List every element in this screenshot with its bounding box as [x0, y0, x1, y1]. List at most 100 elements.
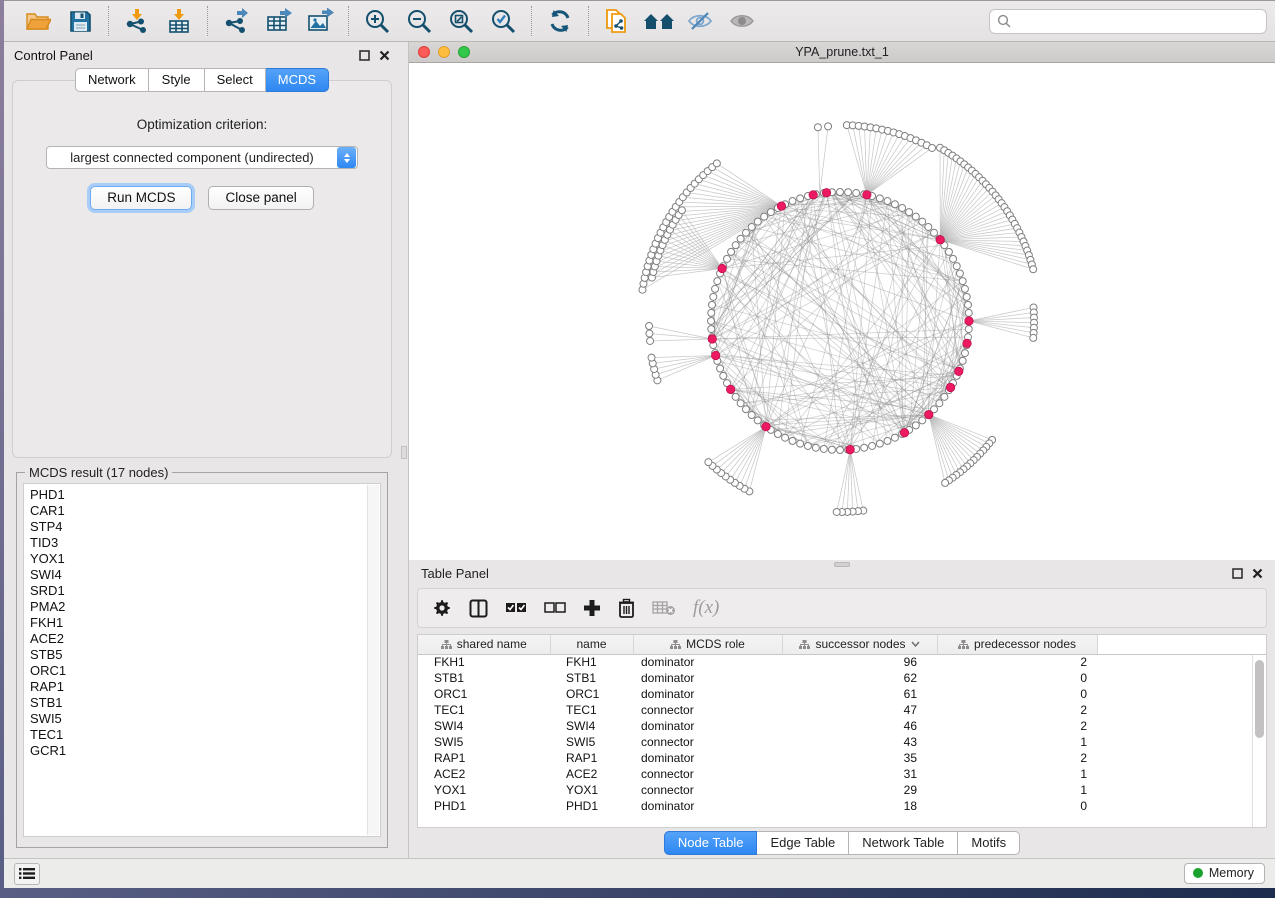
table-cell[interactable]: 62: [782, 670, 937, 686]
table-cell[interactable]: STB1: [418, 670, 550, 686]
table-cell[interactable]: 47: [782, 702, 937, 718]
clone-network-button[interactable]: [599, 5, 635, 37]
panel-divider[interactable]: [400, 42, 408, 858]
table-cell[interactable]: dominator: [633, 798, 782, 814]
search-field[interactable]: [989, 9, 1267, 34]
table-cell[interactable]: PHD1: [418, 798, 550, 814]
table-cell[interactable]: dominator: [633, 750, 782, 766]
mcds-result-item[interactable]: GCR1: [30, 743, 380, 759]
table-cell[interactable]: dominator: [633, 686, 782, 702]
table-cell[interactable]: ACE2: [550, 766, 633, 782]
table-cell[interactable]: STB1: [550, 670, 633, 686]
table-scrollbar-thumb[interactable]: [1255, 660, 1264, 738]
zoom-selected-button[interactable]: [485, 5, 521, 37]
tab-mcds[interactable]: MCDS: [266, 68, 329, 92]
mcds-result-item[interactable]: TEC1: [30, 727, 380, 743]
mcds-result-item[interactable]: PHD1: [30, 487, 380, 503]
table-row[interactable]: PHD1PHD1dominator180: [418, 798, 1266, 814]
table-cell[interactable]: 2: [937, 654, 1097, 670]
mcds-result-item[interactable]: ACE2: [30, 631, 380, 647]
table-panel-grip[interactable]: [834, 562, 850, 567]
table-cell[interactable]: 43: [782, 734, 937, 750]
table-cell[interactable]: RAP1: [550, 750, 633, 766]
table-cell[interactable]: 0: [937, 670, 1097, 686]
mcds-result-item[interactable]: PMA2: [30, 599, 380, 615]
hide-selected-button[interactable]: [683, 5, 719, 37]
memory-button[interactable]: Memory: [1184, 863, 1265, 884]
mcds-result-item[interactable]: STB5: [30, 647, 380, 663]
mcds-result-item[interactable]: RAP1: [30, 679, 380, 695]
add-column-button[interactable]: [583, 599, 601, 617]
table-cell[interactable]: connector: [633, 766, 782, 782]
import-table-button[interactable]: [161, 5, 197, 37]
delete-column-button[interactable]: [618, 598, 635, 618]
tab-edge-table[interactable]: Edge Table: [757, 831, 849, 855]
mcds-result-item[interactable]: SRD1: [30, 583, 380, 599]
table-cell[interactable]: 2: [937, 750, 1097, 766]
table-cell[interactable]: 31: [782, 766, 937, 782]
tab-node-table[interactable]: Node Table: [664, 831, 758, 855]
network-window-titlebar[interactable]: YPA_prune.txt_1: [409, 42, 1275, 63]
mcds-result-item[interactable]: STP4: [30, 519, 380, 535]
table-settings-button[interactable]: [432, 598, 452, 618]
network-graph[interactable]: [409, 63, 1275, 559]
table-cell[interactable]: 1: [937, 782, 1097, 798]
open-file-button[interactable]: [20, 5, 56, 37]
table-cell[interactable]: 35: [782, 750, 937, 766]
run-mcds-button[interactable]: Run MCDS: [90, 186, 192, 210]
table-cell[interactable]: dominator: [633, 718, 782, 734]
table-cell[interactable]: dominator: [633, 654, 782, 670]
table-cell[interactable]: 29: [782, 782, 937, 798]
table-cell[interactable]: 96: [782, 654, 937, 670]
table-cell[interactable]: connector: [633, 734, 782, 750]
table-cell[interactable]: 46: [782, 718, 937, 734]
table-row[interactable]: TEC1TEC1connector472: [418, 702, 1266, 718]
mcds-result-item[interactable]: SWI5: [30, 711, 380, 727]
mcds-result-list[interactable]: PHD1CAR1STP4TID3YOX1SWI4SRD1PMA2FKH1ACE2…: [23, 483, 381, 837]
result-list-scrollbar[interactable]: [367, 485, 379, 835]
table-cell[interactable]: PHD1: [550, 798, 633, 814]
float-panel-icon[interactable]: [1232, 568, 1243, 579]
table-row[interactable]: ACE2ACE2connector311: [418, 766, 1266, 782]
mcds-result-item[interactable]: TID3: [30, 535, 380, 551]
close-panel-button[interactable]: Close panel: [208, 186, 313, 210]
table-row[interactable]: RAP1RAP1dominator352: [418, 750, 1266, 766]
save-button[interactable]: [62, 5, 98, 37]
table-cell[interactable]: 1: [937, 766, 1097, 782]
table-cell[interactable]: 61: [782, 686, 937, 702]
table-cell[interactable]: SWI4: [418, 718, 550, 734]
export-image-button[interactable]: [302, 5, 338, 37]
show-all-button[interactable]: [725, 5, 761, 37]
close-panel-icon[interactable]: [1252, 568, 1263, 579]
table-cell[interactable]: 18: [782, 798, 937, 814]
col-header-name[interactable]: name: [550, 635, 633, 654]
deselect-all-button[interactable]: [544, 601, 566, 615]
table-cell[interactable]: TEC1: [418, 702, 550, 718]
search-input[interactable]: [1016, 14, 1259, 28]
network-canvas[interactable]: [409, 63, 1275, 560]
table-row[interactable]: SWI4SWI4dominator462: [418, 718, 1266, 734]
table-cell[interactable]: FKH1: [550, 654, 633, 670]
table-cell[interactable]: 0: [937, 686, 1097, 702]
col-header-mcds-role[interactable]: MCDS role: [633, 635, 782, 654]
export-table-button[interactable]: [260, 5, 296, 37]
import-network-button[interactable]: [119, 5, 155, 37]
node-table[interactable]: shared name name MCDS role successor nod…: [418, 635, 1266, 814]
table-cell[interactable]: SWI4: [550, 718, 633, 734]
table-cell[interactable]: FKH1: [418, 654, 550, 670]
table-cell[interactable]: connector: [633, 782, 782, 798]
zoom-in-button[interactable]: [359, 5, 395, 37]
tab-motifs[interactable]: Motifs: [958, 831, 1020, 855]
table-row[interactable]: YOX1YOX1connector291: [418, 782, 1266, 798]
table-cell[interactable]: ACE2: [418, 766, 550, 782]
table-row[interactable]: FKH1FKH1dominator962: [418, 654, 1266, 670]
table-cell[interactable]: 2: [937, 718, 1097, 734]
col-header-predecessor-nodes[interactable]: predecessor nodes: [937, 635, 1097, 654]
col-header-successor-nodes[interactable]: successor nodes: [782, 635, 937, 654]
table-cell[interactable]: 2: [937, 702, 1097, 718]
table-cell[interactable]: 1: [937, 734, 1097, 750]
mcds-result-item[interactable]: CAR1: [30, 503, 380, 519]
tab-network[interactable]: Network: [75, 68, 149, 92]
zoom-fit-button[interactable]: [443, 5, 479, 37]
table-cell[interactable]: ORC1: [418, 686, 550, 702]
